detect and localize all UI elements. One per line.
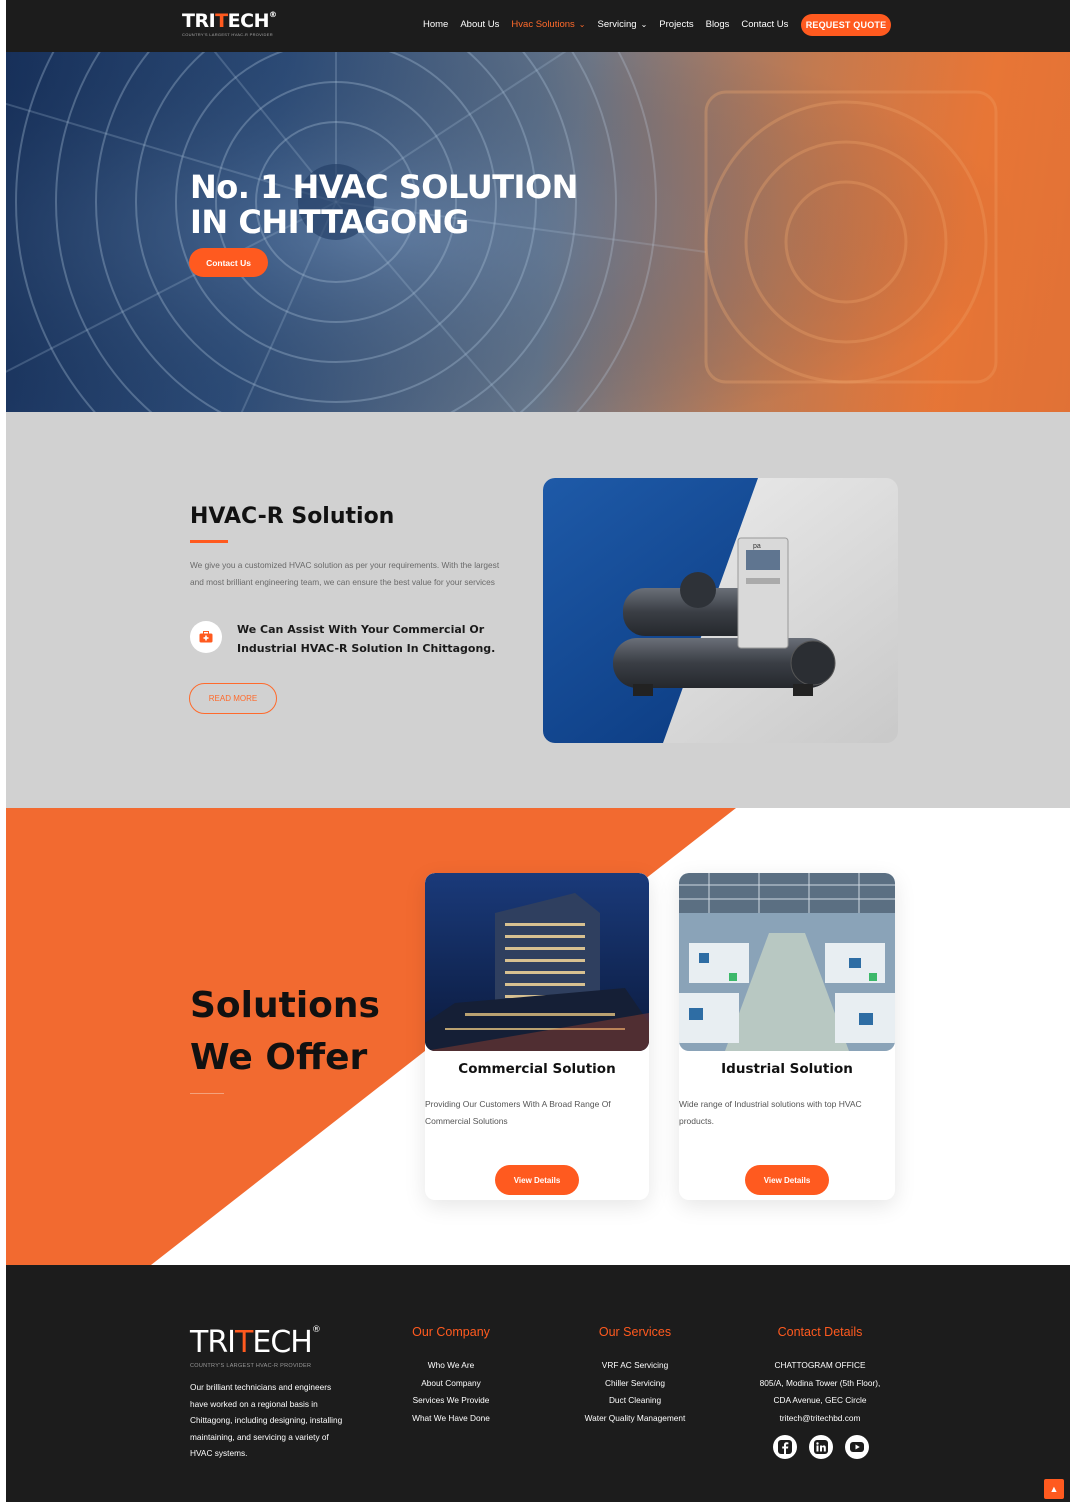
nav-item-about-us[interactable]: About Us [460, 19, 499, 30]
title-underline [190, 1093, 224, 1094]
nav-item-servicing[interactable]: Servicing ⌄ [598, 19, 648, 30]
footer-link-duct-cleaning[interactable]: Duct Cleaning [576, 1392, 694, 1410]
hvac-r-section: HVAC-R Solution We give you a customized… [6, 412, 1070, 808]
solutions-title: Solutions We Offer [190, 985, 380, 1078]
solutions-section: Solutions We Offer Commercial Solution P… [6, 808, 1070, 1265]
top-navbar: TRITECH® COUNTRY'S LARGEST HVAC-R PROVID… [6, 0, 1070, 52]
nav-item-hvac-solutions[interactable]: Hvac Solutions ⌄ [511, 19, 585, 30]
youtube-icon[interactable] [845, 1435, 869, 1459]
footer-link-services[interactable]: Services We Provide [404, 1392, 498, 1410]
nav-item-blogs[interactable]: Blogs [706, 19, 730, 30]
industrial-solution-card: Idustrial Solution Wide range of Industr… [679, 873, 895, 1200]
office-address-line: 805/A, Modina Tower (5th Floor), [759, 1377, 881, 1388]
site-footer: TRITECH® COUNTRY'S LARGEST HVAC-R PROVID… [6, 1265, 1070, 1502]
column-heading: Our Services [598, 1325, 672, 1339]
read-more-button[interactable]: READ MORE [189, 683, 277, 714]
medical-kit-icon [190, 621, 222, 653]
footer-tagline: COUNTRY'S LARGEST HVAC-R PROVIDER [190, 1363, 312, 1369]
logo-tagline: COUNTRY'S LARGEST HVAC-R PROVIDER [182, 32, 273, 37]
column-heading: Our Company [412, 1325, 490, 1339]
chevron-down-icon: ⌄ [640, 20, 648, 29]
contact-email[interactable]: tritech@tritechbd.com [750, 1410, 890, 1428]
column-heading: Contact Details [777, 1325, 863, 1339]
hero-title: No. 1 HVAC SOLUTION IN CHITTAGONG [190, 168, 578, 241]
footer-link-chiller[interactable]: Chiller Servicing [576, 1375, 694, 1393]
facebook-icon[interactable] [773, 1435, 797, 1459]
nav-item-contact-us[interactable]: Contact Us [741, 19, 788, 30]
section-title: HVAC-R Solution [190, 504, 395, 529]
card-title: Idustrial Solution [721, 1061, 853, 1077]
card-description: Wide range of Industrial solutions with … [679, 1099, 862, 1126]
hero-banner: No. 1 HVAC SOLUTION IN CHITTAGONG Contac… [6, 52, 1070, 412]
view-details-button[interactable]: View Details [745, 1165, 829, 1195]
card-title: Commercial Solution [458, 1061, 616, 1077]
footer-company-column: Our Company Who We Are About Company Ser… [404, 1325, 498, 1427]
back-to-top-button[interactable]: ▲ [1044, 1479, 1064, 1499]
linkedin-icon[interactable] [809, 1435, 833, 1459]
office-address-line: CDA Avenue, GEC Circle [773, 1395, 867, 1406]
footer-contact-column: Contact Details CHATTOGRAM OFFICE 805/A,… [750, 1325, 890, 1427]
footer-link-water-quality[interactable]: Water Quality Management [576, 1410, 694, 1428]
office-name: CHATTOGRAM OFFICE [774, 1360, 866, 1370]
nav-item-projects[interactable]: Projects [659, 19, 693, 30]
commercial-solution-card: Commercial Solution Providing Our Custom… [425, 873, 649, 1200]
footer-services-column: Our Services VRF AC Servicing Chiller Se… [576, 1325, 694, 1427]
section-description: We give you a customized HVAC solution a… [190, 560, 500, 587]
footer-link-what-we-have-done[interactable]: What We Have Done [404, 1410, 498, 1428]
nav-menu: Home About Us Hvac Solutions ⌄ Servicing ⌄… [423, 19, 800, 30]
card-description: Providing Our Customers With A Broad Ran… [425, 1099, 611, 1126]
footer-logo[interactable]: TRITECH® [190, 1325, 321, 1360]
footer-link-about-company[interactable]: About Company [404, 1375, 498, 1393]
chiller-panel-label: pa [753, 543, 761, 550]
page: TRITECH® COUNTRY'S LARGEST HVAC-R PROVID… [6, 0, 1070, 1502]
view-details-button[interactable]: View Details [495, 1165, 579, 1195]
chevron-down-icon: ⌄ [578, 20, 586, 29]
factory-floor-image [679, 873, 895, 1051]
request-quote-button[interactable]: REQUEST QUOTE [801, 14, 891, 36]
title-underline [190, 540, 228, 543]
social-links [773, 1435, 869, 1459]
site-logo[interactable]: TRITECH® [182, 10, 277, 32]
footer-link-vrf-ac[interactable]: VRF AC Servicing [576, 1357, 694, 1375]
footer-link-who-we-are[interactable]: Who We Are [404, 1357, 498, 1375]
assist-statement: We Can Assist With Your Commercial Or In… [237, 623, 496, 655]
nav-item-home[interactable]: Home [423, 19, 448, 30]
chiller-image: pa [543, 478, 898, 743]
contact-us-button[interactable]: Contact Us [189, 248, 268, 277]
footer-about-text: Our brilliant technicians and engineers … [190, 1382, 343, 1459]
commercial-building-image [425, 873, 649, 1051]
